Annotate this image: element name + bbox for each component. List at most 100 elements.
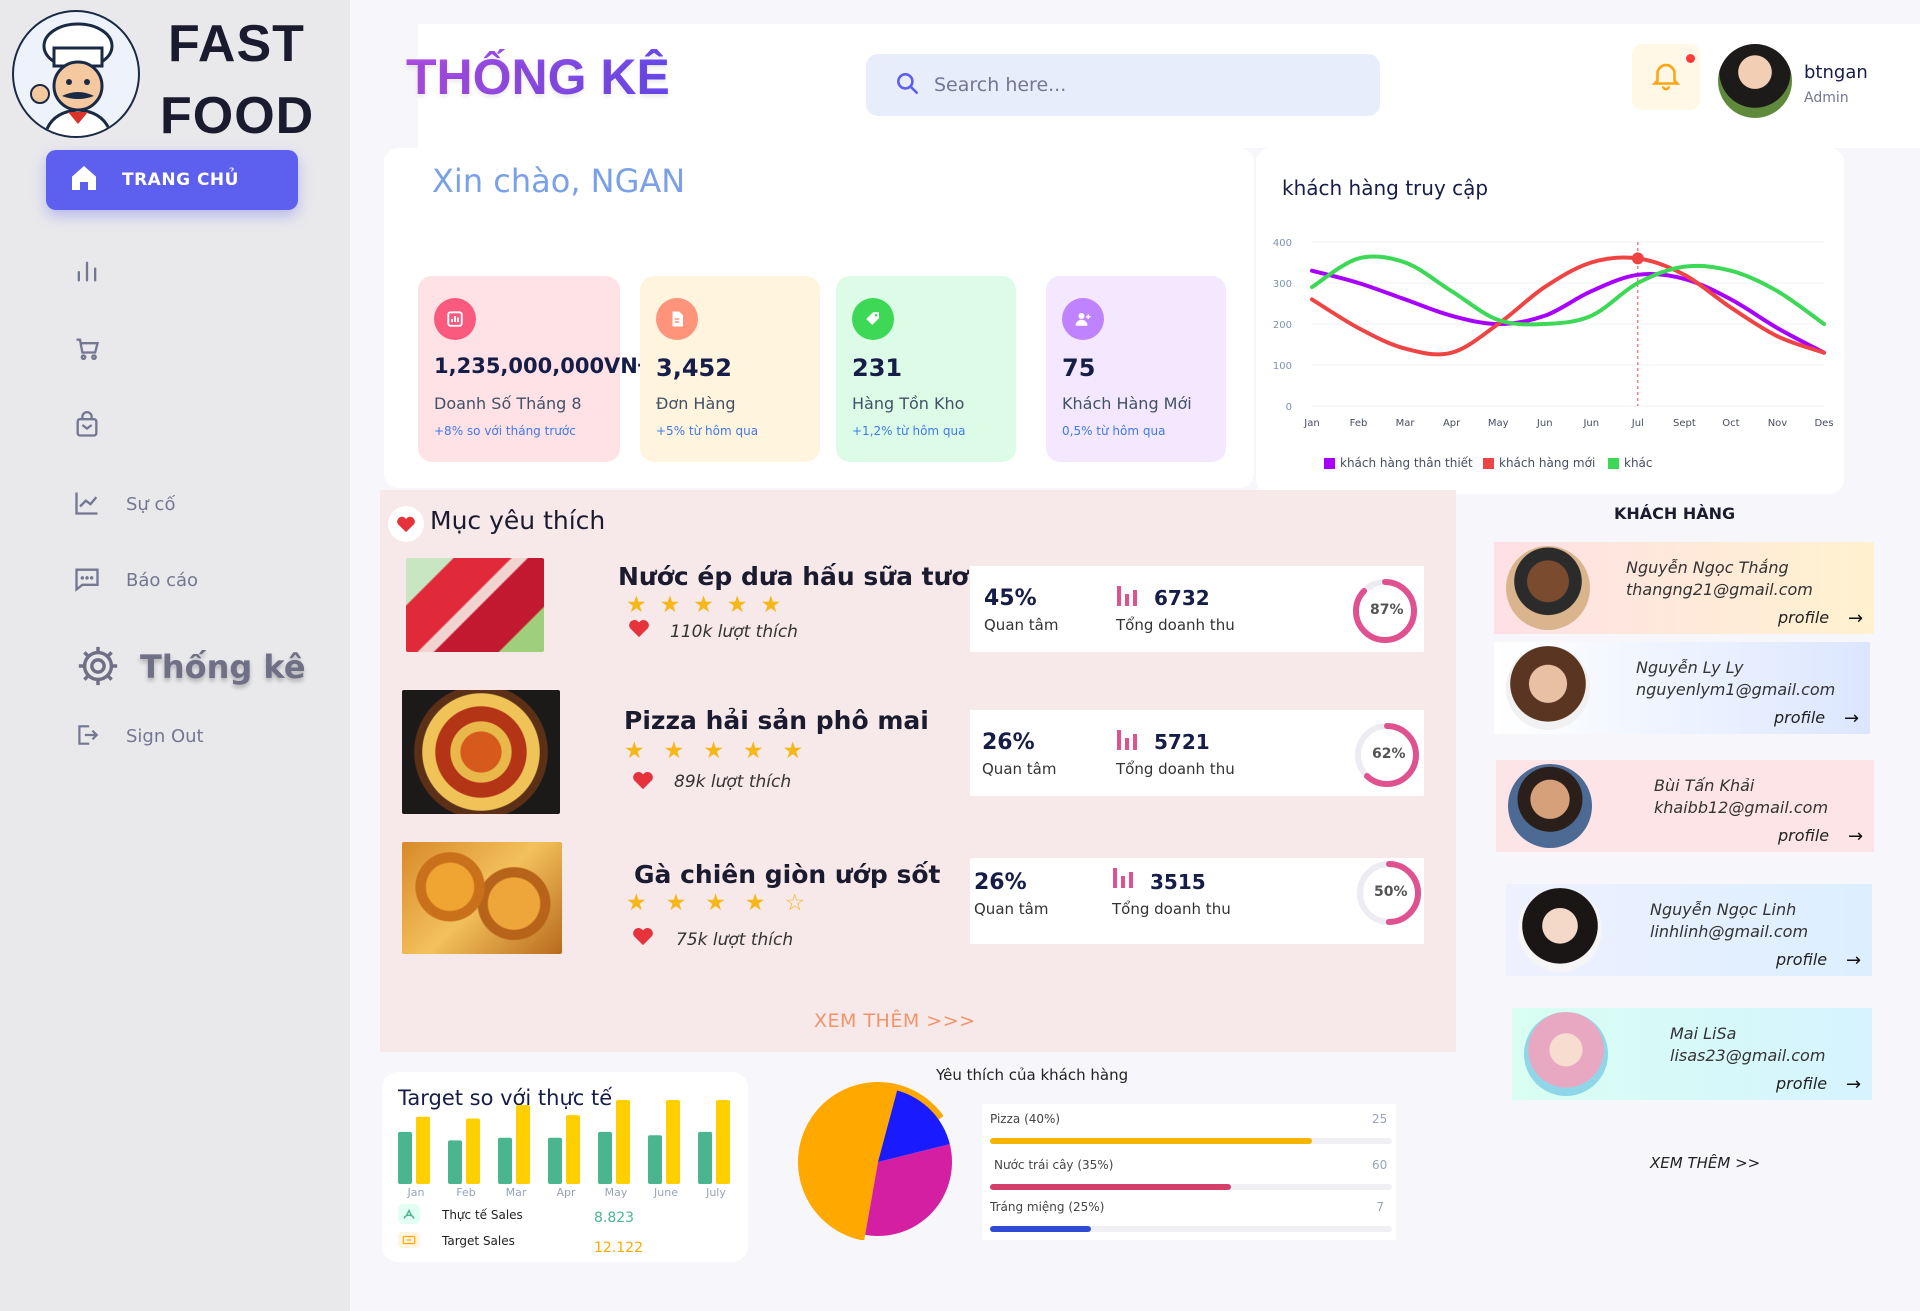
data-point [1823, 351, 1826, 354]
hover-point [1631, 252, 1644, 265]
customer-email: linhlinh@gmail.com [1650, 922, 1809, 941]
customer-name: Nguyễn Ngọc Thắng [1626, 558, 1789, 577]
x-tick-label: Apr [1443, 418, 1461, 429]
legend-label: khách hàng mới [1499, 456, 1596, 470]
legend-item: khách hàng thân thiết [1324, 456, 1473, 470]
legend-label: khác [1624, 456, 1653, 470]
greeting: Xin chào, NGAN [432, 162, 686, 200]
nav-report-label[interactable]: Báo cáo [126, 570, 198, 591]
data-point [1636, 273, 1639, 276]
legend-label: khách hàng thân thiết [1340, 456, 1473, 470]
revenue-label: Tổng doanh thu [1116, 760, 1235, 778]
nav-bag[interactable] [70, 410, 104, 444]
x-tick-label: Feb [1350, 418, 1368, 429]
profile-link[interactable]: profile [1774, 708, 1825, 727]
preference-bar-fill [990, 1226, 1091, 1232]
arrow-right-icon[interactable]: → [1846, 1074, 1861, 1095]
customers-heading: KHÁCH HÀNG [1614, 504, 1736, 523]
data-point [1729, 298, 1732, 301]
fried-chicken-photo [402, 842, 562, 954]
stat-card-new-customers[interactable]: 75 Khách Hàng Mới 0,5% từ hôm qua [1046, 276, 1226, 462]
target-month-label: June [654, 1186, 678, 1199]
notification-button[interactable] [1632, 44, 1700, 110]
interest-percent: 26% [982, 730, 1035, 755]
y-tick-label: 100 [1273, 361, 1292, 372]
bar-chart-icon [73, 257, 101, 289]
profile-link[interactable]: profile [1776, 950, 1827, 969]
data-point [1543, 323, 1546, 326]
stat-sub: +8% so với tháng trước [434, 424, 576, 438]
chart-icon [434, 298, 476, 340]
chart-title: khách hàng truy cập [1282, 176, 1489, 200]
x-tick-label: Jul [1631, 418, 1644, 429]
shopping-bag-icon [73, 411, 101, 443]
arrow-right-icon[interactable]: → [1846, 950, 1861, 971]
customer-avatar [1508, 764, 1592, 848]
rating-stars: ★★★★★ [624, 738, 823, 764]
home-button[interactable]: TRANG CHỦ [46, 150, 298, 210]
nav-incident-label[interactable]: Sự cố [126, 494, 175, 515]
gear-icon [75, 643, 121, 693]
data-point [1543, 314, 1546, 317]
nav-stats-icon-wrap[interactable] [74, 644, 122, 692]
legend-swatch [1608, 457, 1619, 469]
likes-count: 89k lượt thích [674, 772, 792, 792]
customer-email: khaibb12@gmail.com [1654, 798, 1829, 817]
stat-card-orders[interactable]: 3,452 Đơn Hàng +5% từ hôm qua [640, 276, 820, 462]
y-tick-label: 300 [1273, 279, 1292, 290]
profile-link[interactable]: profile [1778, 826, 1829, 845]
nav-signout-icon-wrap[interactable] [70, 720, 104, 754]
preference-bar-fill [990, 1184, 1231, 1190]
arrow-right-icon[interactable]: → [1844, 708, 1859, 729]
series-line [1310, 254, 1826, 327]
stat-label: Doanh Số Tháng 8 [434, 394, 582, 413]
stat-card-revenue[interactable]: 1,235,000,000VNĐ Doanh Số Tháng 8 +8% so… [418, 276, 655, 462]
target-bar [566, 1115, 580, 1184]
document-icon [656, 298, 698, 340]
revenue-label: Tổng doanh thu [1116, 616, 1235, 634]
data-point [1404, 347, 1407, 350]
stat-value: 231 [852, 354, 903, 382]
target-sales-label: Target Sales [442, 1234, 515, 1248]
stat-label: Đơn Hàng [656, 394, 736, 413]
revenue-bars-icon [1116, 728, 1140, 754]
nav-bar-chart[interactable] [70, 256, 104, 290]
x-tick-label: Des [1814, 418, 1833, 429]
x-tick-label: Oct [1722, 418, 1739, 429]
nav-report-icon-wrap[interactable] [70, 564, 104, 598]
stat-card-inventory[interactable]: 231 Hàng Tồn Kho +1,2% từ hôm qua [836, 276, 1016, 462]
nav-stats-label[interactable]: Thống kê [140, 648, 306, 686]
user-avatar[interactable] [1718, 44, 1792, 118]
data-point [1776, 327, 1779, 330]
nav-cart[interactable] [70, 334, 104, 368]
revenue-value: 5721 [1154, 730, 1210, 754]
customer-avatar [1524, 1012, 1608, 1096]
arrow-right-icon[interactable]: → [1848, 608, 1863, 629]
search-icon [894, 70, 920, 100]
legend-item: khác [1608, 456, 1653, 470]
search-box[interactable] [866, 54, 1380, 116]
profile-link[interactable]: profile [1776, 1074, 1827, 1093]
nav-signout-label[interactable]: Sign Out [126, 726, 204, 747]
likes-count: 75k lượt thích [676, 930, 794, 950]
rating-stars: ★★★★★ [626, 592, 795, 618]
nav-incident-icon-wrap[interactable] [70, 488, 104, 522]
target-bar [466, 1118, 480, 1184]
data-point [1683, 273, 1686, 276]
preference-bar-value: 7 [1376, 1200, 1384, 1214]
favorites-more-link[interactable]: XEM THÊM >>> [814, 1010, 976, 1032]
search-input[interactable] [934, 74, 1354, 96]
page-title: THỐNG KÊ [406, 49, 670, 105]
data-point [1823, 323, 1826, 326]
revenue-label: Tổng doanh thu [1112, 900, 1231, 918]
ring-percent: 62% [1372, 746, 1406, 762]
ring-percent: 87% [1370, 602, 1404, 618]
customers-more-link[interactable]: XEM THÊM >> [1650, 1154, 1760, 1172]
arrow-right-icon[interactable]: → [1848, 826, 1863, 847]
stat-label: Khách Hàng Mới [1062, 394, 1192, 413]
profile-link[interactable]: profile [1778, 608, 1829, 627]
data-point [1357, 282, 1360, 285]
preference-bar-label: Nước trái cây (35%) [994, 1158, 1114, 1172]
preference-bar-label: Tráng miệng (25%) [990, 1200, 1105, 1214]
preference-bar-fill [990, 1138, 1312, 1144]
